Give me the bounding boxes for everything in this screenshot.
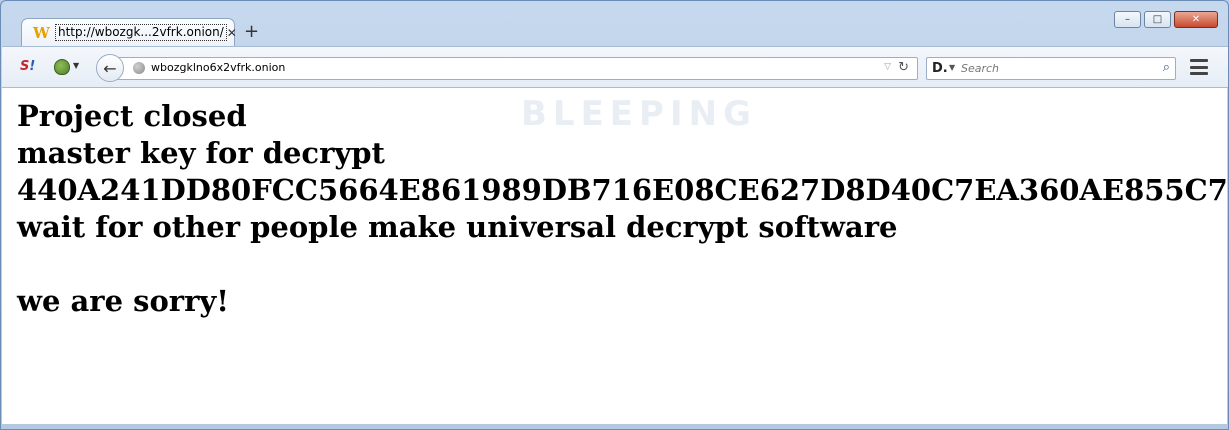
heading-line: wait for other people make universal dec… bbox=[17, 210, 898, 244]
browser-window: – □ ✕ W http://wbozgk...2vfrk.onion/ ✕ +… bbox=[0, 0, 1229, 430]
site-favicon-icon: W bbox=[33, 23, 50, 42]
tab-close-icon[interactable]: ✕ bbox=[227, 26, 237, 40]
master-key-line: 440A241DD80FCC5664E861989DB716E08CE627D8… bbox=[17, 173, 1227, 207]
back-button[interactable]: ← bbox=[96, 54, 124, 82]
url-text[interactable]: wbozgklno6x2vfrk.onion bbox=[151, 61, 285, 74]
maximize-button[interactable]: □ bbox=[1144, 11, 1171, 28]
search-bar[interactable]: D. ▼ Search ⌕ bbox=[926, 57, 1176, 80]
search-input[interactable]: Search bbox=[961, 62, 999, 75]
heading-line: master key for decrypt bbox=[17, 136, 385, 170]
globe-icon bbox=[133, 62, 145, 74]
heading-line: Project closed bbox=[17, 99, 247, 133]
chevron-down-icon[interactable]: ▼ bbox=[73, 61, 79, 70]
heading-line: we are sorry! bbox=[17, 284, 229, 318]
tab-title: http://wbozgk...2vfrk.onion/ bbox=[55, 24, 227, 41]
search-engine-icon[interactable]: D. bbox=[932, 61, 948, 76]
close-window-button[interactable]: ✕ bbox=[1174, 11, 1218, 28]
back-arrow-icon: ← bbox=[103, 58, 117, 78]
reload-icon[interactable]: ↻ bbox=[898, 60, 909, 75]
search-icon[interactable]: ⌕ bbox=[1163, 60, 1170, 75]
minimize-button[interactable]: – bbox=[1114, 11, 1141, 28]
navigation-toolbar: S! ▼ wbozgklno6x2vfrk.onion ▽ ↻ ← D. ▼ S… bbox=[2, 46, 1228, 88]
chevron-down-icon[interactable]: ▼ bbox=[949, 63, 955, 72]
history-dropdown-icon[interactable]: ▽ bbox=[884, 62, 891, 72]
noscript-icon[interactable]: S! bbox=[20, 60, 35, 74]
browser-tab[interactable]: W http://wbozgk...2vfrk.onion/ ✕ bbox=[21, 18, 237, 46]
address-bar[interactable]: wbozgklno6x2vfrk.onion ▽ ↻ bbox=[114, 57, 918, 80]
window-controls: – □ ✕ bbox=[1114, 11, 1218, 28]
new-tab-button[interactable]: + bbox=[244, 22, 259, 42]
hamburger-menu-icon[interactable] bbox=[1190, 59, 1208, 75]
tor-onion-icon[interactable] bbox=[54, 59, 70, 75]
page-content: Project closed master key for decrypt 44… bbox=[2, 88, 1227, 424]
